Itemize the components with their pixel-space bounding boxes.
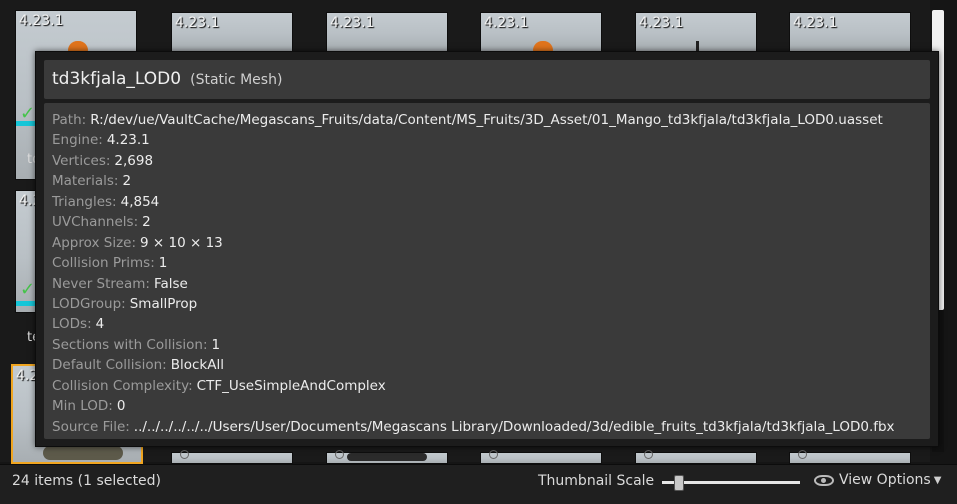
property-value: False xyxy=(153,275,188,292)
engine-version-label: 4.23.1 xyxy=(175,15,220,31)
property-value: 9 × 10 × 13 xyxy=(140,234,223,251)
tooltip-header: td3kfjala_LOD0 (Static Mesh) xyxy=(44,60,930,99)
property-key: Sections with Collision: xyxy=(52,336,208,353)
property-value: ../../../../../../Users/User/Documents/M… xyxy=(133,418,895,435)
property-row: Approx Size: 9 × 10 × 13 xyxy=(52,233,922,253)
property-row: LODGroup: SmallProp xyxy=(52,294,922,314)
property-value: 4 xyxy=(95,316,105,333)
property-row: Never Stream: False xyxy=(52,274,922,294)
property-key: Approx Size: xyxy=(52,234,137,251)
asset-tooltip: td3kfjala_LOD0 (Static Mesh) Path: R:/dev… xyxy=(35,51,939,447)
property-value: 2 xyxy=(122,173,132,190)
engine-version-label: 4.23.1 xyxy=(484,15,529,31)
property-key: Materials: xyxy=(52,173,119,190)
engine-version-label: 4.23.1 xyxy=(330,15,375,31)
status-bar: 24 items (1 selected) Thumbnail Scale Vi… xyxy=(0,464,957,504)
view-options-button[interactable]: View Options ▼ xyxy=(814,472,941,488)
asset-type-icon xyxy=(180,450,189,459)
property-key: Min LOD: xyxy=(52,398,113,415)
property-key: Path: xyxy=(52,112,87,128)
asset-thumbnail[interactable] xyxy=(480,450,602,464)
asset-thumbnail[interactable]: 4.23.1 xyxy=(480,12,602,53)
property-row: Source File: ../../../../../../Users/User… xyxy=(52,417,922,437)
property-value: 4,854 xyxy=(120,193,160,210)
property-row: Min LOD: 0 xyxy=(52,396,922,416)
asset-thumbnail[interactable] xyxy=(326,450,448,464)
property-key: UVChannels: xyxy=(52,214,139,231)
property-row: Vertices: 2,698 xyxy=(52,151,922,171)
asset-thumbnail[interactable]: 4.23.1 xyxy=(326,12,448,52)
property-value: 2,698 xyxy=(114,152,154,169)
asset-title: td3kfjala_LOD0 xyxy=(52,69,182,89)
asset-thumbnail[interactable] xyxy=(789,450,911,464)
mango-preview xyxy=(347,453,427,461)
property-row: Collision Complexity: CTF_UseSimpleAndCom… xyxy=(52,376,922,396)
property-row: UVChannels: 2 xyxy=(52,212,922,232)
property-row: Engine: 4.23.1 xyxy=(52,130,922,150)
asset-thumbnail[interactable] xyxy=(171,450,293,464)
property-row: LODs: 4 xyxy=(52,314,922,334)
property-value: 1 xyxy=(211,336,221,353)
property-value: R:/dev/ue/VaultCache/Megascans_Fruits/da… xyxy=(90,112,883,128)
eye-icon xyxy=(814,474,834,486)
asset-thumbnail[interactable]: 4.23.1 xyxy=(171,12,293,52)
property-row: Default Collision: BlockAll xyxy=(52,355,922,375)
check-icon: ✓ xyxy=(20,279,36,300)
tooltip-properties: Path: R:/dev/ue/VaultCache/Megascans_Frui… xyxy=(44,103,930,439)
property-key: Source File: xyxy=(52,418,130,435)
property-key: Default Collision: xyxy=(52,357,167,374)
property-row: Collision Prims: 1 xyxy=(52,253,922,273)
item-count: 24 items (1 selected) xyxy=(12,473,162,489)
thumbnail-scale-label: Thumbnail Scale xyxy=(538,473,655,489)
property-row: Triangles: 4,854 xyxy=(52,192,922,212)
asset-type-icon xyxy=(335,450,344,459)
property-key: Triangles: xyxy=(52,193,117,210)
engine-version-label: 4.23.1 xyxy=(793,15,838,31)
asset-type-icon xyxy=(644,450,653,459)
property-value: 0 xyxy=(116,398,126,415)
property-value: CTF_UseSimpleAndComplex xyxy=(196,377,386,394)
asset-type-icon xyxy=(489,450,498,459)
property-key: Vertices: xyxy=(52,152,111,169)
property-row: Path: R:/dev/ue/VaultCache/Megascans_Frui… xyxy=(52,110,922,130)
property-value: 1 xyxy=(158,255,168,272)
property-key: Never Stream: xyxy=(52,275,150,292)
property-value: 4.23.1 xyxy=(106,132,150,149)
property-value: SmallProp xyxy=(129,295,198,312)
property-row: Sections with Collision: 1 xyxy=(52,335,922,355)
property-value: 2 xyxy=(142,214,151,231)
property-key: Collision Prims: xyxy=(52,255,155,272)
engine-version-label: 4.23.1 xyxy=(639,15,684,31)
property-key: LODGroup: xyxy=(52,295,126,312)
property-value: BlockAll xyxy=(170,357,224,374)
asset-thumbnail[interactable]: 4.23.1 xyxy=(635,12,757,53)
asset-thumbnail[interactable]: 4.23.1 xyxy=(789,12,911,52)
property-row: Materials: 2 xyxy=(52,171,922,191)
asset-thumbnail[interactable] xyxy=(635,450,757,464)
mango-preview xyxy=(43,446,123,460)
property-key: LODs: xyxy=(52,316,92,333)
chevron-down-icon: ▼ xyxy=(933,474,942,486)
view-options-label: View Options xyxy=(839,472,931,488)
engine-version-label: 4.23.1 xyxy=(19,13,64,29)
asset-type-icon xyxy=(798,450,807,459)
asset-type: (Static Mesh) xyxy=(190,72,283,88)
property-key: Collision Complexity: xyxy=(52,377,193,394)
property-key: Engine: xyxy=(52,132,103,149)
slider-handle[interactable] xyxy=(673,475,684,491)
